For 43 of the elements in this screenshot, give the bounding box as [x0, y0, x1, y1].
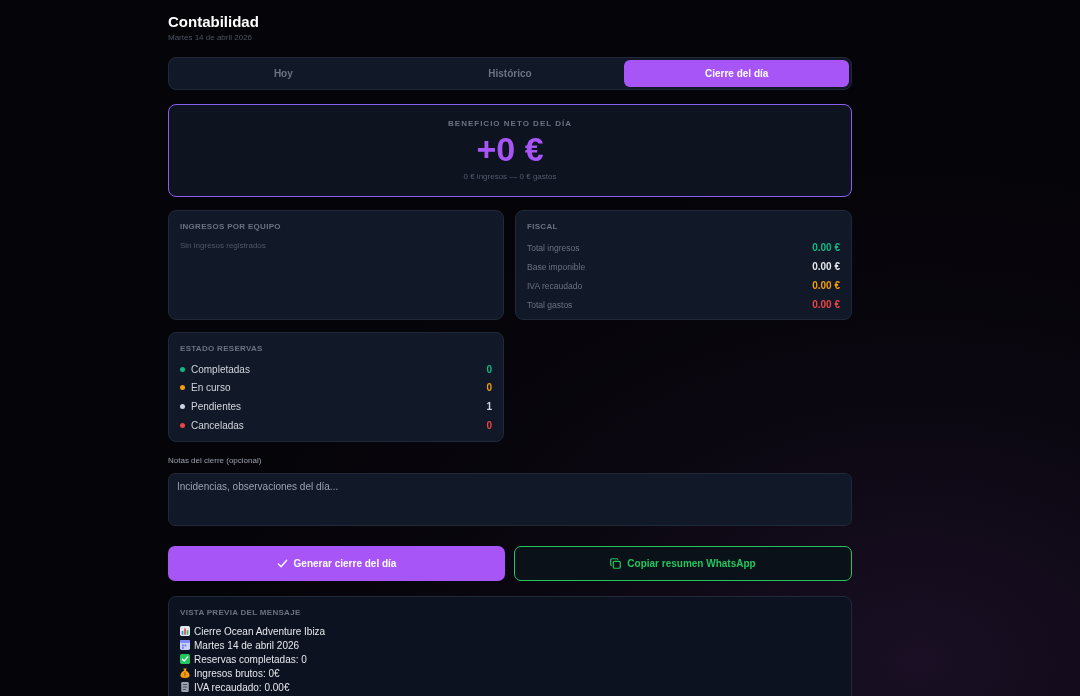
fiscal-value: 0.00 € — [812, 261, 840, 272]
status-label: Completadas — [191, 363, 250, 375]
fiscal-value: 0.00 € — [812, 299, 840, 310]
calendar-icon — [180, 640, 190, 650]
fiscal-value: 0.00 € — [812, 242, 840, 253]
status-label: Canceladas — [191, 419, 244, 431]
tab[interactable]: Histórico — [397, 60, 623, 87]
check-icon — [276, 558, 288, 569]
message-line: IVA recaudado: 0.00€ — [194, 681, 290, 693]
action-button[interactable]: Copiar resumen WhatsApp — [514, 546, 852, 581]
card-title: FISCAL — [527, 221, 558, 233]
fiscal-value: 0.00 € — [812, 280, 840, 291]
check-box-icon — [180, 654, 190, 664]
status-label: Pendientes — [191, 401, 242, 412]
net-profit-label: BENEFICIO NETO DEL DÍA — [448, 119, 572, 129]
page-date: Martes 14 de abril 2026 — [168, 33, 253, 43]
message-line: Martes 14 de abril 2026 — [194, 639, 300, 651]
status-count: 0 — [486, 419, 492, 431]
status-count: 1 — [486, 401, 492, 412]
tab[interactable]: Cierre del día — [624, 60, 849, 87]
net-profit-value: +0 € — [476, 131, 544, 167]
card-title: INGRESOS POR EQUIPO — [180, 221, 281, 233]
message-line: Reservas completadas: 0 — [194, 653, 307, 665]
bar-chart-icon — [180, 626, 190, 636]
message-line: Cierre Ocean Adventure Ibiza — [194, 625, 326, 637]
card-title: ESTADO RESERVAS — [180, 343, 263, 355]
notes-label: Notas del cierre (opcional) — [168, 456, 262, 466]
status-count: 0 — [486, 382, 492, 394]
page-title: Contabilidad — [168, 13, 259, 31]
action-button[interactable]: Generar cierre del día — [168, 546, 505, 581]
card-title: VISTA PREVIA DEL MENSAJE — [180, 607, 301, 619]
fiscal-label: Total gastos — [527, 299, 573, 310]
money-bag-icon — [180, 668, 190, 678]
notes-field[interactable]: Incidencias, observaciones del día... — [168, 473, 852, 526]
message-line: Ingresos brutos: 0€ — [194, 667, 280, 679]
copy-icon — [610, 558, 622, 569]
tab[interactable]: Hoy — [171, 60, 396, 87]
status-label: En curso — [191, 382, 231, 394]
fiscal-label: IVA recaudado — [527, 280, 583, 291]
document-icon — [180, 682, 190, 692]
fiscal-label: Base imponible — [527, 261, 586, 272]
fiscal-label: Total ingresos — [527, 242, 580, 253]
status-count: 0 — [486, 363, 492, 375]
